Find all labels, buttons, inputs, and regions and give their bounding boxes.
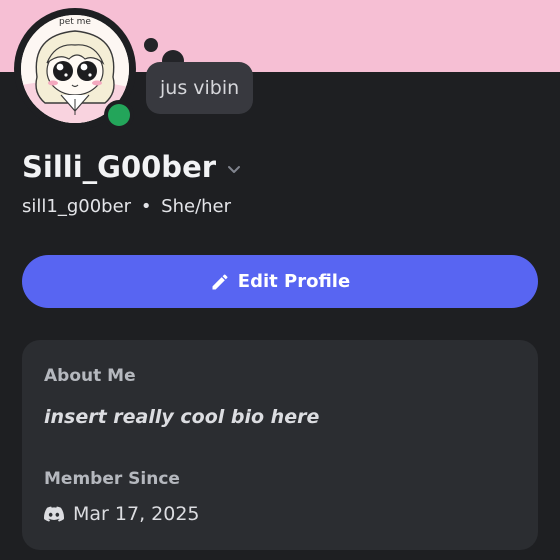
edit-profile-label: Edit Profile xyxy=(237,271,351,292)
bio-text: insert really cool bio here xyxy=(44,406,320,428)
pronouns: She/her xyxy=(161,196,232,217)
avatar-caption: pet me xyxy=(59,17,91,27)
custom-status-text: jus vibin xyxy=(160,77,240,99)
thought-bubble-dot-small xyxy=(144,38,158,52)
username: sill1_g00ber xyxy=(22,196,132,217)
member-since-date: Mar 17, 2025 xyxy=(73,503,200,525)
profile-page: pet me jus vibin Silli_G00ber sill1_g00b… xyxy=(0,0,560,560)
separator: • xyxy=(140,196,152,217)
chevron-down-icon[interactable] xyxy=(226,161,242,177)
display-name: Silli_G00ber xyxy=(22,150,217,184)
about-me-heading: About Me xyxy=(44,366,136,386)
edit-profile-button[interactable]: Edit Profile xyxy=(22,255,538,308)
member-since-heading: Member Since xyxy=(44,469,180,489)
custom-status-bubble[interactable]: jus vibin xyxy=(146,62,254,114)
discord-logo-icon xyxy=(44,506,64,522)
about-card: About Me insert really cool bio here Mem… xyxy=(22,340,538,550)
member-since-row: Mar 17, 2025 xyxy=(44,503,200,525)
username-row: sill1_g00ber • She/her xyxy=(22,196,231,217)
pencil-icon xyxy=(212,273,228,289)
online-status-icon xyxy=(108,104,130,126)
display-name-row[interactable]: Silli_G00ber xyxy=(22,150,242,184)
